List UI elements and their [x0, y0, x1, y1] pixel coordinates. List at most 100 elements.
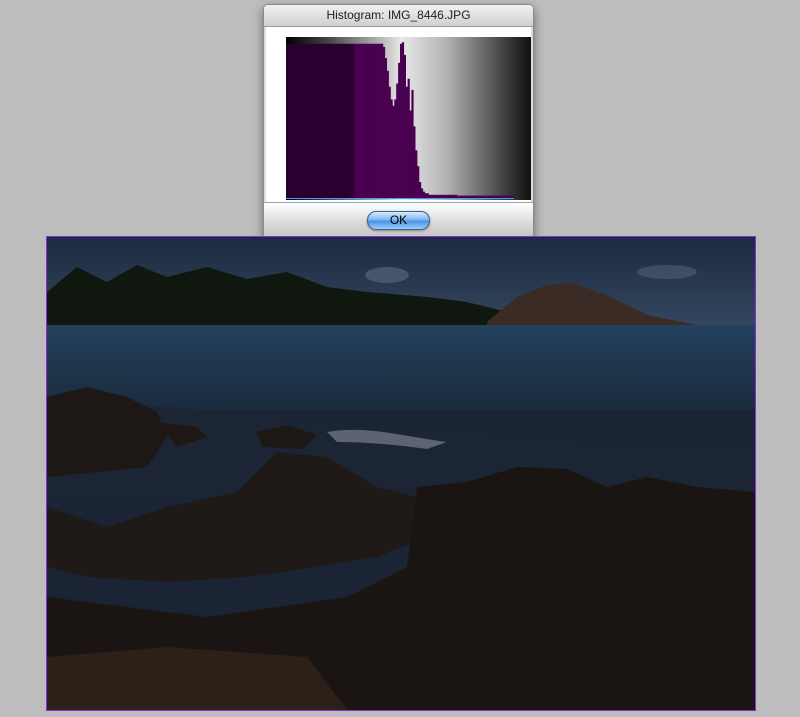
histogram-bar: [363, 43, 367, 198]
histogram-bar: [377, 43, 380, 198]
histogram-bar: [337, 43, 340, 198]
histogram-bar: [512, 195, 515, 198]
histogram-bar: [500, 195, 503, 198]
ok-button[interactable]: OK: [367, 211, 430, 230]
histogram-bar: [419, 182, 422, 198]
histogram-bar: [483, 195, 486, 198]
histogram-bar: [468, 195, 471, 198]
histogram-bar: [422, 191, 425, 198]
histogram-bar: [390, 99, 393, 198]
histogram-bar: [508, 195, 511, 198]
histogram-bar: [344, 43, 348, 198]
histogram-bar: [477, 195, 481, 198]
histogram-bar: [394, 99, 397, 198]
histogram-bar: [441, 194, 444, 198]
histogram-bar: [449, 194, 452, 198]
histogram-bar: [491, 195, 494, 198]
histogram-bar: [506, 195, 509, 198]
beach-photo: [47, 237, 755, 710]
histogram-chart: [286, 42, 515, 199]
histogram-bar: [470, 195, 473, 198]
histogram-bar: [428, 194, 431, 198]
histogram-bar: [354, 43, 357, 198]
histogram-bar: [405, 86, 408, 198]
histogram-bar: [314, 43, 317, 198]
histogram-bar: [413, 126, 416, 198]
ocean: [47, 325, 755, 410]
histogram-bar: [299, 43, 302, 198]
histogram-bar: [479, 195, 482, 198]
histogram-bar: [295, 43, 298, 198]
histogram-bar: [453, 194, 456, 198]
histogram-bar: [289, 43, 292, 198]
cloud: [637, 265, 697, 279]
histogram-bar: [316, 43, 319, 198]
histogram-bar: [325, 43, 329, 198]
histogram-bar: [350, 43, 353, 198]
histogram-bar: [472, 195, 475, 198]
histogram-bar: [320, 43, 323, 198]
histogram-bar: [396, 83, 399, 198]
histogram-bar: [401, 42, 405, 199]
histogram-bar: [462, 195, 465, 198]
histogram-bar: [303, 43, 306, 198]
histogram-bar: [436, 194, 439, 198]
histogram-bar: [382, 46, 386, 199]
histogram-bar: [371, 43, 374, 198]
histogram-bar: [352, 43, 355, 198]
histogram-bar: [411, 89, 414, 198]
histogram-bar: [403, 54, 406, 199]
histogram-bar: [487, 195, 490, 198]
histogram-bar: [341, 43, 344, 198]
histogram-bar: [466, 195, 469, 198]
histogram-panel: [266, 27, 531, 202]
histogram-bar: [476, 195, 479, 198]
histogram-bar: [291, 43, 294, 198]
histogram-bar: [388, 86, 391, 198]
histogram-bar: [358, 43, 361, 198]
histogram-bar: [373, 43, 376, 198]
histogram-bar: [426, 193, 429, 198]
histogram-bar: [329, 43, 332, 198]
histogram-bar: [301, 43, 304, 198]
histogram-bar: [367, 43, 370, 198]
histogram-bar: [386, 70, 389, 198]
histogram-bar: [496, 195, 500, 198]
histogram-bar: [324, 43, 327, 198]
histogram-bar: [348, 43, 351, 198]
histogram-bar: [439, 194, 443, 198]
histogram-bar: [481, 195, 484, 198]
histogram-bar: [365, 43, 368, 198]
histogram-bar: [293, 43, 296, 198]
cloud: [365, 267, 409, 283]
histogram-bar: [398, 62, 401, 198]
histogram-bar: [457, 195, 460, 198]
histogram-bar: [432, 194, 435, 198]
histogram-bar: [318, 43, 321, 198]
histogram-bar: [447, 194, 450, 198]
histogram-bar: [504, 195, 507, 198]
histogram-bar: [460, 195, 463, 198]
histogram-bar: [331, 43, 334, 198]
histogram-bar: [379, 43, 382, 198]
histogram-bar: [333, 43, 336, 198]
histogram-bar: [343, 43, 346, 198]
histogram-bar: [409, 110, 412, 198]
histogram-bar: [485, 195, 488, 198]
histogram-bar: [305, 43, 308, 198]
histogram-bar: [424, 193, 427, 198]
histogram-bar: [438, 194, 441, 198]
histogram-bar: [369, 43, 372, 198]
histogram-bar: [445, 194, 448, 198]
histogram-bar: [407, 78, 410, 198]
histogram-bar: [287, 43, 291, 198]
histogram-bar: [360, 43, 363, 198]
histogram-bar: [322, 43, 325, 198]
histogram-bar: [384, 58, 387, 198]
histogram-bar: [451, 194, 454, 198]
histogram-bar: [493, 195, 496, 198]
histogram-bar: [434, 194, 437, 198]
histogram-bar: [400, 43, 403, 198]
histogram-bar: [335, 43, 338, 198]
window-title: Histogram: IMG_8446.JPG: [264, 5, 533, 27]
